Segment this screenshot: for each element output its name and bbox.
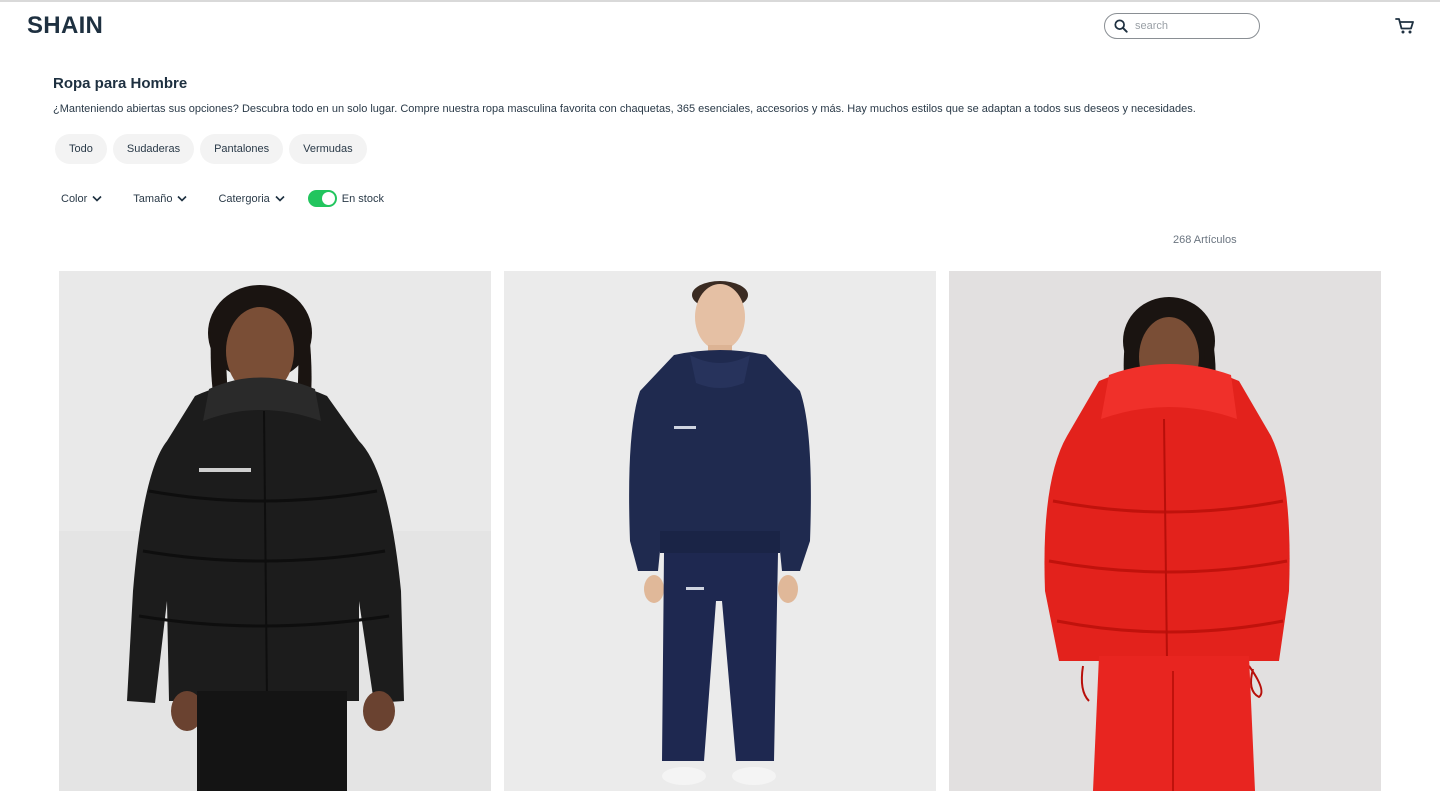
category-chips: Todo Sudaderas Pantalones Vermudas — [55, 134, 367, 164]
color-filter[interactable]: Color — [61, 193, 102, 205]
filter-bar: Color Tamaño Catergoria En stock — [61, 190, 384, 207]
toggle-knob — [321, 192, 335, 205]
color-filter-label: Color — [61, 192, 88, 205]
search-box[interactable] — [1104, 13, 1260, 39]
chip-vermudas[interactable]: Vermudas — [289, 134, 367, 164]
page-title: Ropa para Hombre — [53, 75, 188, 92]
logo[interactable]: SHAIN — [27, 12, 103, 40]
results-count: 268 Artículos — [1173, 234, 1237, 246]
product-image-black-puffer-jacket — [59, 271, 491, 791]
cart-icon[interactable] — [1395, 17, 1415, 35]
site-header: SHAIN — [0, 2, 1440, 50]
in-stock-toggle[interactable] — [307, 190, 337, 207]
chip-todo[interactable]: Todo — [55, 134, 107, 164]
product-image-navy-hoodie-and-sweatpants — [504, 271, 936, 791]
category-filter-label: Catergoria — [218, 192, 270, 205]
page-description: ¿Manteniendo abiertas sus opciones? Desc… — [53, 103, 1196, 115]
product-grid — [59, 271, 1381, 791]
product-card[interactable] — [949, 271, 1381, 791]
search-input[interactable] — [1135, 20, 1245, 32]
chevron-down-icon — [177, 195, 188, 202]
chevron-down-icon — [275, 195, 285, 202]
product-image-red-puffer-jacket — [949, 271, 1381, 791]
chip-pantalones[interactable]: Pantalones — [200, 134, 284, 164]
chip-sudaderas[interactable]: Sudaderas — [112, 134, 195, 164]
product-card[interactable] — [59, 271, 491, 791]
chevron-down-icon — [92, 195, 102, 202]
in-stock-toggle-group: En stock — [307, 190, 384, 207]
in-stock-label: En stock — [341, 192, 384, 205]
size-filter[interactable]: Tamaño — [133, 192, 188, 205]
search-icon — [1114, 19, 1128, 33]
category-filter[interactable]: Catergoria — [218, 192, 285, 205]
product-card[interactable] — [504, 271, 936, 791]
size-filter-label: Tamaño — [133, 192, 173, 205]
